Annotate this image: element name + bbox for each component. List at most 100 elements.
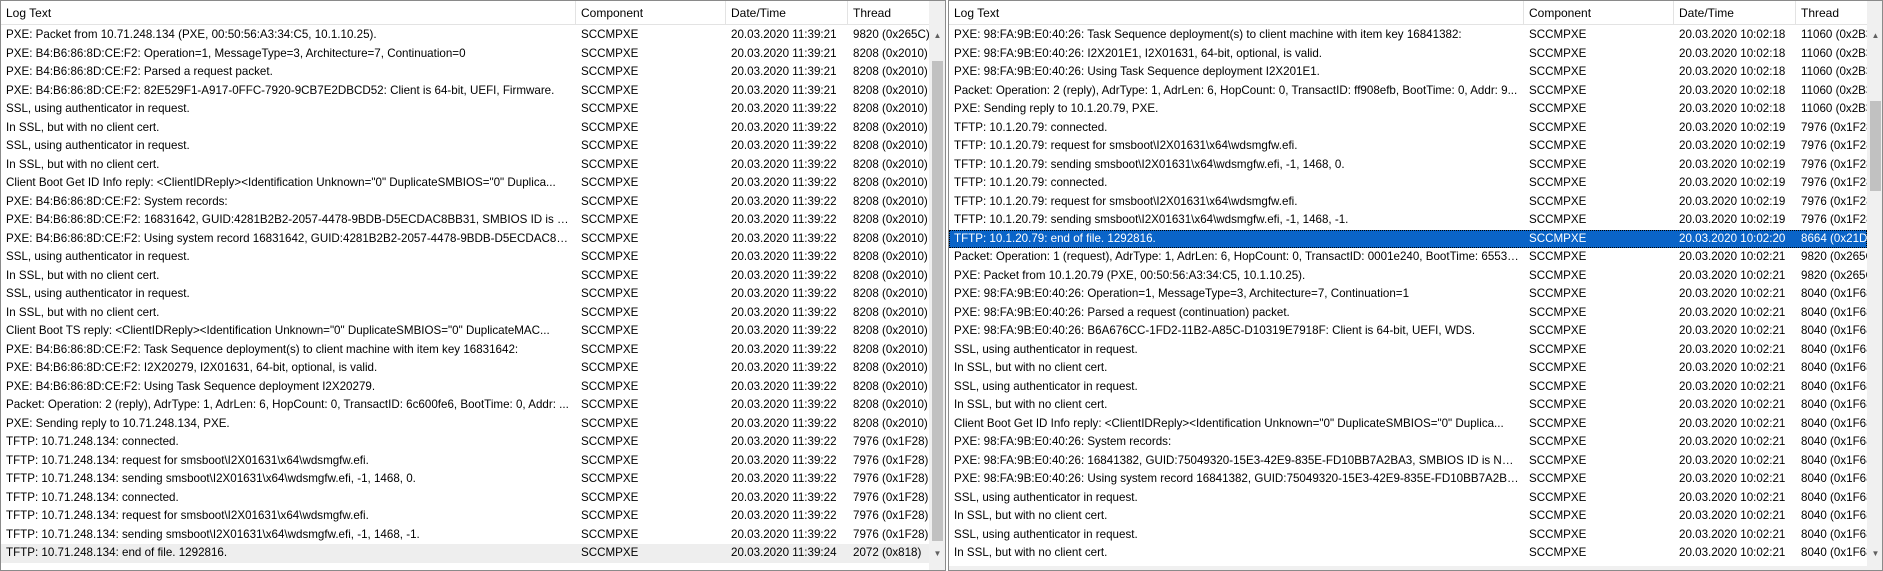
left-vertical-scrollbar[interactable]: ▲ ▼ bbox=[929, 1, 945, 570]
log-row[interactable]: Client Boot Get ID Info reply: <ClientID… bbox=[1, 174, 929, 193]
right-horizontal-scrollbar[interactable] bbox=[949, 566, 1867, 570]
log-row[interactable]: Client Boot TS reply: <ClientIDReply><Id… bbox=[1, 322, 929, 341]
scroll-up-arrow-icon[interactable]: ▲ bbox=[929, 27, 945, 44]
log-row[interactable]: PXE: 98:FA:9B:E0:40:26: I2X201E1, I2X016… bbox=[949, 45, 1867, 64]
datetime-cell: 20.03.2020 11:39:22 bbox=[731, 120, 837, 134]
datetime-cell: 20.03.2020 10:02:21 bbox=[1679, 398, 1786, 411]
log-row[interactable]: TFTP: 10.71.248.134: request for smsboot… bbox=[1, 452, 929, 471]
log-row[interactable]: PXE: Packet from 10.1.20.79 (PXE, 00:50:… bbox=[949, 267, 1867, 286]
component-cell: SCCMPXE bbox=[581, 46, 639, 60]
scroll-up-arrow-icon[interactable]: ▲ bbox=[1867, 27, 1882, 44]
component-cell: SCCMPXE bbox=[581, 435, 639, 448]
log-row[interactable]: TFTP: 10.71.248.134: connected. SCCMPXE 20… bbox=[1, 489, 929, 508]
log-row[interactable]: SSL, using authenticator in request. SCCM… bbox=[949, 489, 1867, 508]
log-row[interactable]: TFTP: 10.71.248.134: request for smsboot… bbox=[1, 507, 929, 526]
log-row[interactable]: PXE: B4:B6:86:8D:CE:F2: Using Task Seque… bbox=[1, 378, 929, 397]
log-text-cell: In SSL, but with no client cert. bbox=[6, 268, 160, 282]
log-row[interactable]: In SSL, but with no client cert. SCCMPXE 2… bbox=[949, 507, 1867, 526]
log-row[interactable]: TFTP: 10.1.20.79: sending smsboot\I2X016… bbox=[949, 156, 1867, 175]
log-row[interactable]: TFTP: 10.1.20.79: end of file. 1292816. S… bbox=[949, 229, 1867, 248]
log-row[interactable]: SSL, using authenticator in request. SCCM… bbox=[1, 248, 929, 267]
log-row[interactable]: TFTP: 10.1.20.79: sending smsboot\I2X016… bbox=[949, 211, 1867, 230]
component-cell: SCCMPXE bbox=[1529, 268, 1587, 282]
log-row[interactable]: PXE: B4:B6:86:8D:CE:F2: Operation=1, Mes… bbox=[1, 45, 929, 64]
component-cell: SCCMPXE bbox=[581, 176, 639, 189]
column-header-component[interactable]: Component bbox=[1524, 1, 1674, 25]
log-row[interactable]: PXE: B4:B6:86:8D:CE:F2: Using system rec… bbox=[1, 230, 929, 249]
log-row[interactable]: PXE: 98:FA:9B:E0:40:26: 16841382, GUID:7… bbox=[949, 452, 1867, 471]
log-row[interactable]: PXE: Sending reply to 10.1.20.79, PXE. SC… bbox=[949, 100, 1867, 119]
log-row[interactable]: PXE: B4:B6:86:8D:CE:F2: I2X20279, I2X016… bbox=[1, 359, 929, 378]
log-text-cell: PXE: B4:B6:86:8D:CE:F2: Operation=1, Mes… bbox=[6, 46, 466, 60]
datetime-cell: 20.03.2020 10:02:21 bbox=[1679, 435, 1786, 448]
log-row[interactable]: PXE: 98:FA:9B:E0:40:26: B6A676CC-1FD2-11… bbox=[949, 322, 1867, 341]
log-row[interactable]: Packet: Operation: 1 (request), AdrType:… bbox=[949, 248, 1867, 267]
log-row[interactable]: SSL, using authenticator in request. SCCM… bbox=[1, 137, 929, 156]
log-row[interactable]: TFTP: 10.71.248.134: sending smsboot\I2X… bbox=[1, 470, 929, 489]
log-row[interactable]: In SSL, but with no client cert. SCCMPXE 2… bbox=[1, 119, 929, 138]
log-row[interactable]: Packet: Operation: 2 (reply), AdrType: 1… bbox=[1, 396, 929, 415]
log-row[interactable]: PXE: B4:B6:86:8D:CE:F2: 82E529F1-A917-0F… bbox=[1, 82, 929, 101]
log-text-cell: PXE: B4:B6:86:8D:CE:F2: Parsed a request… bbox=[6, 65, 273, 78]
log-row[interactable]: TFTP: 10.1.20.79: request for smsboot\I2… bbox=[949, 193, 1867, 212]
log-row[interactable]: In SSL, but with no client cert. SCCMPXE 2… bbox=[949, 359, 1867, 378]
log-row[interactable]: In SSL, but with no client cert. SCCMPXE 2… bbox=[1, 304, 929, 323]
log-row[interactable]: SSL, using authenticator in request. SCCM… bbox=[949, 526, 1867, 545]
log-row[interactable]: Client Boot Get ID Info reply: <ClientID… bbox=[949, 415, 1867, 434]
column-header-datetime[interactable]: Date/Time bbox=[726, 1, 848, 25]
datetime-cell: 20.03.2020 10:02:18 bbox=[1679, 65, 1786, 78]
log-row[interactable]: SSL, using authenticator in request. SCCM… bbox=[949, 378, 1867, 397]
log-row[interactable]: SSL, using authenticator in request. SCCM… bbox=[1, 285, 929, 304]
log-row[interactable]: TFTP: 10.1.20.79: request for smsboot\I2… bbox=[949, 137, 1867, 156]
component-cell: SCCMPXE bbox=[1529, 490, 1587, 504]
log-row[interactable]: PXE: B4:B6:86:8D:CE:F2: Parsed a request… bbox=[1, 63, 929, 82]
log-row[interactable]: PXE: 98:FA:9B:E0:40:26: Using Task Seque… bbox=[949, 63, 1867, 82]
log-row[interactable]: PXE: Sending reply to 10.71.248.134, PXE… bbox=[1, 415, 929, 434]
log-row[interactable]: PXE: B4:B6:86:8D:CE:F2: Task Sequence de… bbox=[1, 341, 929, 360]
log-row[interactable]: TFTP: 10.1.20.79: connected. SCCMPXE 20.03… bbox=[949, 119, 1867, 138]
log-row[interactable]: PXE: 98:FA:9B:E0:40:26: Operation=1, Mes… bbox=[949, 285, 1867, 304]
datetime-cell: 20.03.2020 10:02:19 bbox=[1679, 213, 1786, 226]
log-row[interactable]: In SSL, but with no client cert. SCCMPXE 2… bbox=[949, 396, 1867, 415]
datetime-cell: 20.03.2020 11:39:22 bbox=[731, 305, 837, 319]
log-row[interactable]: PXE: B4:B6:86:8D:CE:F2: System records: S… bbox=[1, 193, 929, 212]
log-row[interactable]: PXE: 98:FA:9B:E0:40:26: Task Sequence de… bbox=[949, 26, 1867, 45]
log-row[interactable]: TFTP: 10.71.248.134: connected. SCCMPXE 20… bbox=[1, 433, 929, 452]
log-row[interactable]: SSL, using authenticator in request. SCCM… bbox=[1, 100, 929, 119]
log-row[interactable]: In SSL, but with no client cert. SCCMPXE 2… bbox=[949, 544, 1867, 563]
log-row[interactable]: TFTP: 10.71.248.134: sending smsboot\I2X… bbox=[1, 526, 929, 545]
thread-cell: 8208 (0x2010) bbox=[853, 176, 928, 189]
log-text-cell: TFTP: 10.71.248.134: connected. bbox=[6, 490, 179, 504]
column-header-log-text[interactable]: Log Text bbox=[949, 1, 1524, 25]
log-row[interactable]: Packet: Operation: 2 (reply), AdrType: 1… bbox=[949, 82, 1867, 101]
column-header-thread[interactable]: Thread bbox=[848, 1, 929, 25]
column-header-datetime[interactable]: Date/Time bbox=[1674, 1, 1796, 25]
log-row[interactable]: PXE: B4:B6:86:8D:CE:F2: 16831642, GUID:4… bbox=[1, 211, 929, 230]
datetime-cell: 20.03.2020 11:39:22 bbox=[731, 176, 837, 189]
right-vertical-scrollbar[interactable]: ▲ ▼ bbox=[1867, 1, 1882, 570]
log-row[interactable]: In SSL, but with no client cert. SCCMPXE 2… bbox=[1, 267, 929, 286]
component-cell: SCCMPXE bbox=[581, 250, 639, 263]
datetime-cell: 20.03.2020 11:39:24 bbox=[731, 546, 837, 559]
left-log-pane[interactable]: Log Text Component Date/Time Thread PXE:… bbox=[0, 0, 946, 571]
right-scrollbar-thumb[interactable] bbox=[1870, 101, 1881, 191]
log-row[interactable]: PXE: 98:FA:9B:E0:40:26: Using system rec… bbox=[949, 470, 1867, 489]
left-scrollbar-thumb[interactable] bbox=[932, 61, 943, 541]
scroll-down-arrow-icon[interactable]: ▼ bbox=[1867, 545, 1882, 562]
column-header-log-text[interactable]: Log Text bbox=[1, 1, 576, 25]
log-row[interactable]: In SSL, but with no client cert. SCCMPXE 2… bbox=[1, 156, 929, 175]
datetime-cell: 20.03.2020 11:39:21 bbox=[731, 46, 837, 60]
log-row[interactable]: TFTP: 10.1.20.79: connected. SCCMPXE 20.03… bbox=[949, 174, 1867, 193]
log-row[interactable]: PXE: 98:FA:9B:E0:40:26: Parsed a request… bbox=[949, 304, 1867, 323]
column-header-component[interactable]: Component bbox=[576, 1, 726, 25]
thread-cell: 8208 (0x2010) bbox=[853, 120, 928, 134]
log-row[interactable]: SSL, using authenticator in request. SCCM… bbox=[949, 341, 1867, 360]
scroll-down-arrow-icon[interactable]: ▼ bbox=[929, 545, 945, 562]
right-log-pane[interactable]: Log Text Component Date/Time Thread PXE:… bbox=[948, 0, 1883, 571]
log-row[interactable]: PXE: Packet from 10.71.248.134 (PXE, 00:… bbox=[1, 26, 929, 45]
log-row[interactable]: PXE: 98:FA:9B:E0:40:26: System records: S… bbox=[949, 433, 1867, 452]
datetime-cell: 20.03.2020 11:39:22 bbox=[731, 416, 837, 430]
log-text-cell: Client Boot TS reply: <ClientIDReply><Id… bbox=[6, 324, 550, 337]
column-header-thread[interactable]: Thread bbox=[1796, 1, 1867, 25]
log-row[interactable]: TFTP: 10.71.248.134: end of file. 129281… bbox=[1, 544, 929, 563]
